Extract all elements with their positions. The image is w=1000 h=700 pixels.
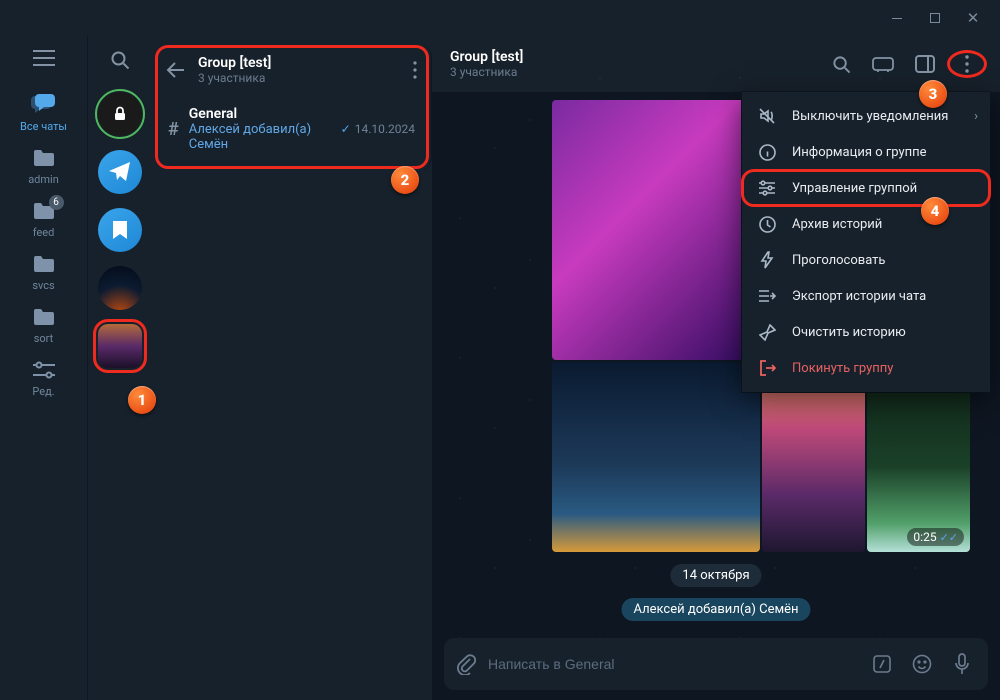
chat-avatar-sunset[interactable] [98, 266, 142, 310]
system-message: Алексей добавил(а) Семён [622, 598, 811, 621]
plane-icon [108, 161, 132, 183]
titlebar: ✕ [0, 0, 1000, 36]
menu-leave-group[interactable]: Покинуть группу [742, 350, 990, 386]
folder-sort[interactable]: sort [0, 304, 87, 345]
back-button[interactable] [166, 62, 184, 78]
video-chat-button[interactable] [866, 55, 900, 73]
chat-main: Group [test] 3 участника Выключит [432, 36, 1000, 700]
lock-icon [111, 105, 129, 123]
check-icon: ✓ [341, 122, 351, 136]
folder-label: svcs [32, 279, 54, 292]
menu-info[interactable]: Информация о группе [742, 134, 990, 170]
search-button[interactable] [110, 50, 130, 78]
sidebar-toggle-button[interactable] [908, 55, 942, 73]
menu-label: Управление группой [792, 181, 917, 196]
mute-icon [758, 107, 776, 125]
folder-icon [32, 304, 56, 330]
menu-mute[interactable]: Выключить уведомления › [742, 98, 990, 134]
chat-members: 3 участника [450, 65, 816, 79]
menu-label: Покинуть группу [792, 361, 893, 376]
folder-icon [32, 251, 56, 277]
chat-avatar-saved[interactable] [98, 208, 142, 252]
folder-label: Ред. [32, 385, 54, 398]
chat-avatars-column [88, 36, 152, 700]
media-tile[interactable] [552, 362, 760, 552]
window-close-button[interactable]: ✕ [954, 4, 992, 32]
window-minimize-button[interactable] [878, 4, 916, 32]
video-duration: 0:25 ✓✓ [907, 528, 964, 546]
message-input-bar [444, 638, 988, 690]
menu-boost[interactable]: Проголосовать [742, 242, 990, 278]
bolt-icon [758, 251, 776, 269]
annotation-marker-3: 3 [919, 80, 947, 108]
message-input[interactable] [488, 656, 856, 672]
topic-panel: Group [test] 3 участника # General Алекс… [152, 36, 432, 700]
folder-label: sort [34, 332, 54, 345]
folder-feed[interactable]: 6 feed [0, 198, 87, 239]
leave-icon [758, 360, 776, 376]
folder-label: Все чаты [20, 120, 67, 133]
folder-admin[interactable]: admin [0, 145, 87, 186]
topic-panel-members: 3 участника [198, 71, 399, 85]
folder-all-chats[interactable]: Все чаты [0, 92, 87, 133]
date-separator: 14 октября [670, 564, 761, 587]
menu-label: Проголосовать [792, 253, 886, 268]
menu-stories-archive[interactable]: Архив историй [742, 206, 990, 242]
menu-label: Очистить историю [792, 325, 906, 340]
folder-edit[interactable]: Ред. [0, 357, 87, 398]
info-icon [758, 144, 776, 161]
attach-button[interactable] [456, 653, 476, 675]
media-tile[interactable] [552, 100, 760, 360]
menu-export[interactable]: Экспорт истории чата [742, 278, 990, 314]
chat-more-menu: Выключить уведомления › Информация о гру… [742, 92, 990, 392]
folder-svcs[interactable]: svcs [0, 251, 87, 292]
export-icon [758, 288, 776, 304]
main-menu-button[interactable] [33, 50, 55, 66]
read-check-icon: ✓✓ [940, 531, 958, 544]
folder-icon: 6 [32, 198, 56, 224]
chat-title[interactable]: Group [test] [450, 49, 816, 65]
broom-icon [758, 324, 776, 341]
chat-header: Group [test] 3 участника [432, 36, 1000, 92]
chat-search-button[interactable] [824, 55, 858, 74]
chat-avatar-group-test[interactable] [98, 324, 142, 368]
folder-label: feed [33, 226, 55, 239]
chat-avatar-telegram[interactable] [98, 150, 142, 194]
folder-icon [32, 145, 56, 171]
sliders-icon [758, 180, 776, 196]
annotation-marker-4: 4 [921, 197, 949, 225]
topic-date: ✓ 14.10.2024 [341, 122, 415, 136]
menu-label: Выключить уведомления [792, 109, 948, 124]
chat-avatar-story[interactable] [98, 92, 142, 136]
topic-name: General [189, 106, 331, 122]
menu-clear-history[interactable]: Очистить историю [742, 314, 990, 350]
folder-label: admin [28, 173, 59, 186]
topic-last-message: Алексей добавил(а) Семён [189, 122, 331, 152]
menu-label: Информация о группе [792, 145, 927, 160]
clock-icon [758, 216, 776, 233]
voice-button[interactable] [948, 653, 976, 675]
sliders-icon [32, 357, 56, 383]
window-maximize-button[interactable] [916, 4, 954, 32]
chevron-right-icon: › [974, 109, 978, 124]
chat-bubble-icon [30, 92, 58, 118]
folders-rail: Все чаты admin 6 feed svcs sort [0, 36, 88, 700]
menu-label: Экспорт истории чата [792, 289, 926, 304]
topic-panel-title: Group [test] [198, 55, 399, 71]
menu-manage-group[interactable]: Управление группой [742, 170, 990, 206]
chat-more-button[interactable] [950, 53, 984, 75]
bookmark-icon [112, 220, 128, 240]
hash-icon: # [168, 119, 179, 140]
topic-general-row[interactable]: # General Алексей добавил(а) Семён ✓ 14.… [152, 98, 431, 160]
annotation-marker-1: 1 [128, 386, 156, 414]
menu-label: Архив историй [792, 217, 882, 232]
command-button[interactable] [868, 654, 896, 674]
topic-panel-more-button[interactable] [413, 61, 417, 79]
annotation-marker-2: 2 [391, 166, 419, 194]
folder-badge: 6 [49, 195, 64, 210]
emoji-button[interactable] [908, 654, 936, 674]
